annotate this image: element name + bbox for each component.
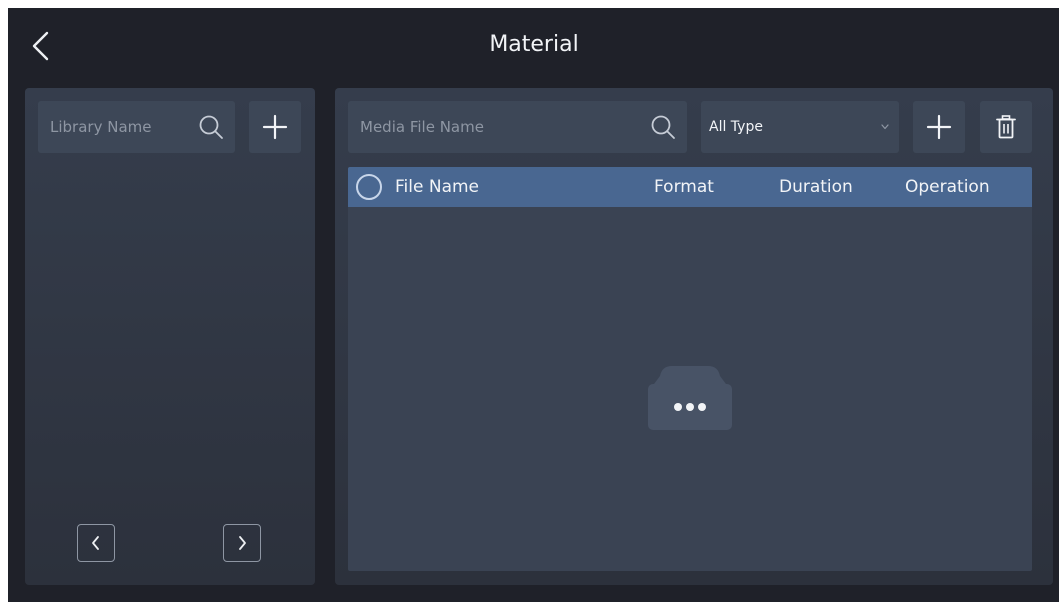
column-header-format[interactable]: Format <box>654 167 714 207</box>
type-filter-dropdown[interactable]: All Type <box>701 101 899 153</box>
trash-icon <box>996 115 1016 139</box>
material-screen: Material Library Name Media File Name Al… <box>8 8 1059 602</box>
library-search-input[interactable] <box>50 101 180 153</box>
media-search-input[interactable] <box>360 101 640 153</box>
media-panel: All Type File Name For <box>335 88 1053 585</box>
chevron-down-icon <box>881 124 889 130</box>
chevron-right-icon <box>239 536 246 550</box>
library-search-box <box>38 101 235 153</box>
type-filter-value: All Type <box>709 119 763 135</box>
media-table: File Name Format Duration Operation <box>348 167 1032 571</box>
empty-box-icon <box>648 366 732 430</box>
prev-page-button[interactable] <box>77 524 115 562</box>
media-search-box <box>348 101 687 153</box>
column-header-operation[interactable]: Operation <box>905 167 990 207</box>
add-media-button[interactable] <box>913 101 965 153</box>
next-page-button[interactable] <box>223 524 261 562</box>
add-library-button[interactable] <box>249 101 301 153</box>
column-header-duration[interactable]: Duration <box>779 167 853 207</box>
chevron-left-icon <box>92 536 99 550</box>
table-header: File Name Format Duration Operation <box>348 167 1032 207</box>
plus-icon <box>262 114 288 140</box>
header-bar: Material <box>8 8 1059 86</box>
select-all-radio[interactable] <box>356 174 382 200</box>
search-icon[interactable] <box>198 114 224 140</box>
page-title: Material <box>489 32 579 57</box>
plus-icon <box>926 114 952 140</box>
delete-media-button[interactable] <box>980 101 1032 153</box>
search-icon[interactable] <box>650 114 676 140</box>
column-header-file-name[interactable]: File Name <box>395 167 479 207</box>
library-panel <box>25 88 315 585</box>
